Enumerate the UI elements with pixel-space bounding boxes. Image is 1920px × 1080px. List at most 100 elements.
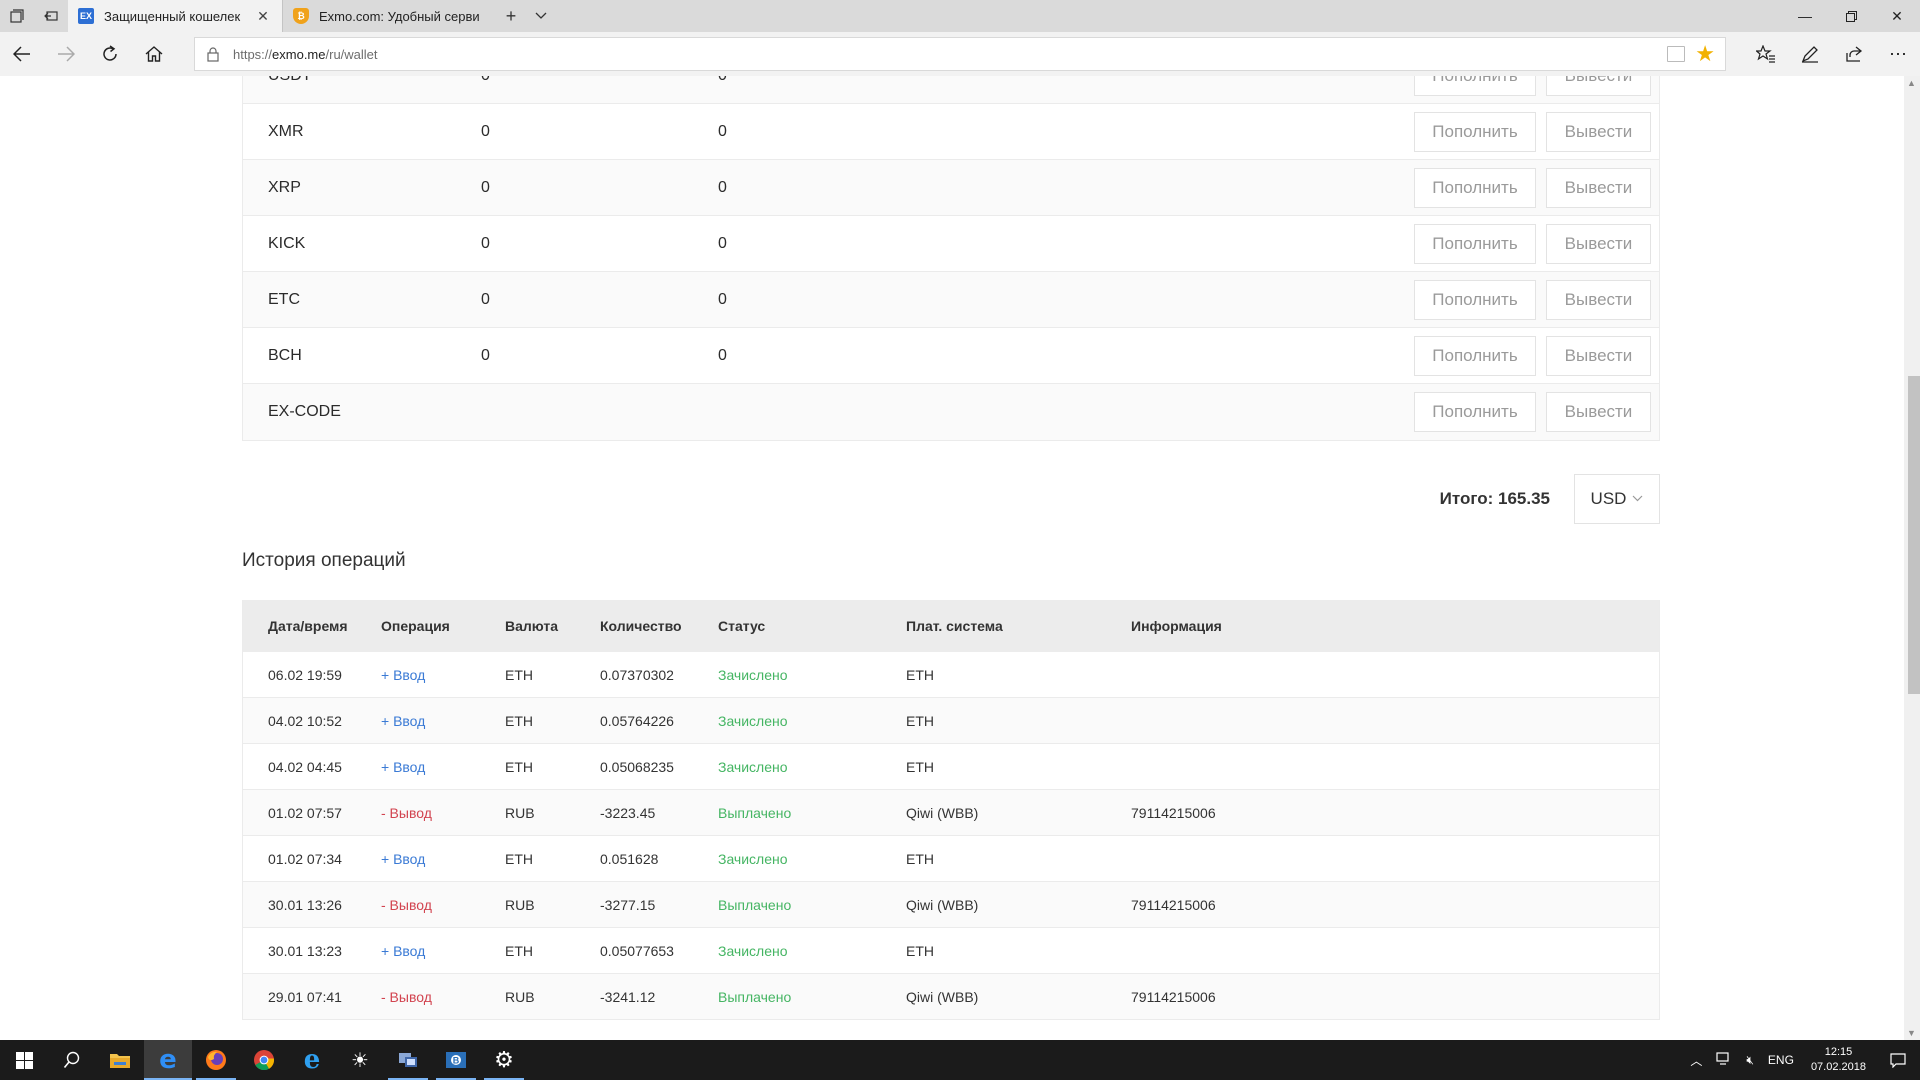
shield-icon: ₿ bbox=[293, 8, 309, 24]
withdraw-button[interactable]: Вывести bbox=[1546, 279, 1651, 320]
favorite-star-icon[interactable]: ★ bbox=[1695, 42, 1715, 66]
edge-icon[interactable]: e bbox=[144, 1040, 192, 1080]
history-payment-system: ETH bbox=[906, 850, 934, 867]
deposit-button[interactable]: Пополнить bbox=[1414, 167, 1536, 208]
wallet-reserved: 0 bbox=[718, 76, 727, 85]
scroll-down-arrow-icon[interactable]: ▼ bbox=[1907, 1028, 1916, 1038]
scroll-up-arrow-icon[interactable]: ▲ bbox=[1907, 78, 1916, 88]
col-header-info[interactable]: Информация bbox=[1131, 618, 1222, 634]
home-icon[interactable] bbox=[132, 32, 176, 76]
tab-exmo-home[interactable]: ₿ Exmo.com: Удобный серви bbox=[282, 0, 496, 32]
deposit-button[interactable]: Пополнить bbox=[1414, 223, 1536, 264]
wallet-row: USDT 0 0 Пополнить Вывести bbox=[243, 76, 1659, 104]
clock[interactable]: 12:15 07.02.2018 bbox=[1801, 1045, 1876, 1075]
history-datetime: 29.01 07:41 bbox=[268, 988, 342, 1005]
web-note-pen-icon[interactable] bbox=[1788, 32, 1832, 76]
forward-icon[interactable] bbox=[44, 32, 88, 76]
deposit-button[interactable]: Пополнить bbox=[1414, 392, 1536, 432]
wallet-currency: USDT bbox=[268, 76, 312, 85]
wallet-currency: BCH bbox=[268, 346, 302, 364]
deposit-button[interactable]: Пополнить bbox=[1414, 279, 1536, 320]
history-payment-system: ETH bbox=[906, 942, 934, 959]
withdraw-button[interactable]: Вывести bbox=[1546, 392, 1651, 432]
history-row: 04.02 10:52 + Ввод ETH 0.05764226 Зачислено E… bbox=[243, 698, 1659, 744]
col-header-datetime[interactable]: Дата/время bbox=[268, 618, 348, 634]
deposit-button[interactable]: Пополнить bbox=[1414, 76, 1536, 96]
back-icon[interactable] bbox=[0, 32, 44, 76]
start-button[interactable] bbox=[0, 1040, 48, 1080]
history-operation: + Ввод bbox=[381, 758, 426, 775]
total-currency-value: USD bbox=[1590, 489, 1627, 508]
wallet-balance: 0 bbox=[481, 234, 490, 252]
internet-explorer-icon[interactable]: e bbox=[288, 1040, 336, 1080]
history-operation: + Ввод bbox=[381, 712, 426, 729]
history-row: 04.02 04:45 + Ввод ETH 0.05068235 Зачислено E… bbox=[243, 744, 1659, 790]
deposit-button[interactable]: Пополнить bbox=[1414, 335, 1536, 376]
network-app-icon[interactable] bbox=[384, 1040, 432, 1080]
restore-icon[interactable] bbox=[1828, 0, 1874, 32]
chevron-up-icon[interactable]: ︿ bbox=[1683, 1052, 1709, 1069]
close-tab-icon[interactable]: ✕ bbox=[254, 8, 272, 25]
col-header-status[interactable]: Статус bbox=[718, 618, 765, 634]
wallet-currency: ETC bbox=[268, 290, 300, 308]
deposit-button[interactable]: Пополнить bbox=[1414, 111, 1536, 152]
scrollbar-thumb[interactable] bbox=[1908, 376, 1920, 694]
withdraw-button[interactable]: Вывести bbox=[1546, 76, 1651, 96]
wallet-row: BCH 0 0 Пополнить Вывести bbox=[243, 328, 1659, 384]
total-currency-select[interactable]: USD bbox=[1574, 474, 1660, 524]
withdraw-button[interactable]: Вывести bbox=[1546, 167, 1651, 208]
firefox-icon[interactable] bbox=[192, 1040, 240, 1080]
favorites-hub-icon[interactable] bbox=[1744, 32, 1788, 76]
search-icon[interactable] bbox=[48, 1040, 96, 1080]
history-currency: ETH bbox=[505, 758, 533, 775]
history-operation: + Ввод bbox=[381, 850, 426, 867]
page-scrollbar[interactable]: ▲ ▼ bbox=[1904, 76, 1920, 1040]
wallet-balance: 0 bbox=[481, 290, 490, 308]
wallet-currency: KICK bbox=[268, 234, 306, 252]
withdraw-button[interactable]: Вывести bbox=[1546, 223, 1651, 264]
reading-view-icon[interactable] bbox=[1667, 46, 1685, 62]
lock-icon[interactable] bbox=[205, 46, 221, 62]
withdraw-button[interactable]: Вывести bbox=[1546, 335, 1651, 376]
settings-icon[interactable]: ⚙ bbox=[480, 1040, 528, 1080]
history-amount: 0.05077653 bbox=[600, 942, 674, 959]
wallet-balance: 0 bbox=[481, 122, 490, 140]
col-header-operation[interactable]: Операция bbox=[381, 618, 450, 634]
history-status: Зачислено bbox=[718, 666, 788, 683]
more-menu-icon[interactable]: ⋯ bbox=[1876, 32, 1920, 76]
volume-muted-icon[interactable]: 🔇︎ bbox=[1739, 1053, 1761, 1068]
refresh-icon[interactable] bbox=[88, 32, 132, 76]
minimize-icon[interactable]: — bbox=[1782, 0, 1828, 32]
col-header-payment-system[interactable]: Плат. система bbox=[906, 618, 1003, 634]
file-explorer-icon[interactable] bbox=[96, 1040, 144, 1080]
address-bar[interactable]: https://exmo.me/ru/wallet ★ bbox=[194, 37, 1726, 71]
windows-taskbar: e e ☀ B ⚙ ︿ 🔇︎ ENG 12:15 07.02.2018 bbox=[0, 1040, 1920, 1080]
new-tab-button[interactable]: + bbox=[496, 0, 526, 32]
url-path: /ru/wallet bbox=[325, 46, 378, 62]
history-operation: - Вывод bbox=[381, 804, 432, 821]
history-currency: ETH bbox=[505, 850, 533, 867]
wallet-currency: EX-CODE bbox=[268, 403, 341, 420]
tab-list-chevron-icon[interactable] bbox=[526, 0, 556, 32]
action-center-icon[interactable] bbox=[1876, 1040, 1920, 1080]
close-window-icon[interactable]: ✕ bbox=[1874, 0, 1920, 32]
set-aside-tabs-icon[interactable] bbox=[34, 0, 68, 32]
app-b-icon[interactable]: B bbox=[432, 1040, 480, 1080]
share-icon[interactable] bbox=[1832, 32, 1876, 76]
tab-wallet[interactable]: EX Защищенный кошелек ✕ bbox=[68, 0, 282, 32]
wallet-actions: ПополнитьВывести bbox=[1414, 223, 1651, 264]
brightness-icon[interactable]: ☀ bbox=[336, 1040, 384, 1080]
history-payment-system: ETH bbox=[906, 712, 934, 729]
history-status: Выплачено bbox=[718, 804, 792, 821]
history-info: 79114215006 bbox=[1131, 896, 1216, 913]
col-header-amount[interactable]: Количество bbox=[600, 618, 682, 634]
tab-manager-icon[interactable] bbox=[0, 0, 34, 32]
network-icon[interactable] bbox=[1709, 1051, 1739, 1069]
history-row: 01.02 07:57 - Вывод RUB -3223.45 Выплачено Qi… bbox=[243, 790, 1659, 836]
history-amount: -3241.12 bbox=[600, 988, 656, 1005]
input-language[interactable]: ENG bbox=[1761, 1053, 1801, 1067]
withdraw-button[interactable]: Вывести bbox=[1546, 111, 1651, 152]
col-header-currency[interactable]: Валюта bbox=[505, 618, 558, 634]
history-payment-system: ETH bbox=[906, 758, 934, 775]
chrome-icon[interactable] bbox=[240, 1040, 288, 1080]
